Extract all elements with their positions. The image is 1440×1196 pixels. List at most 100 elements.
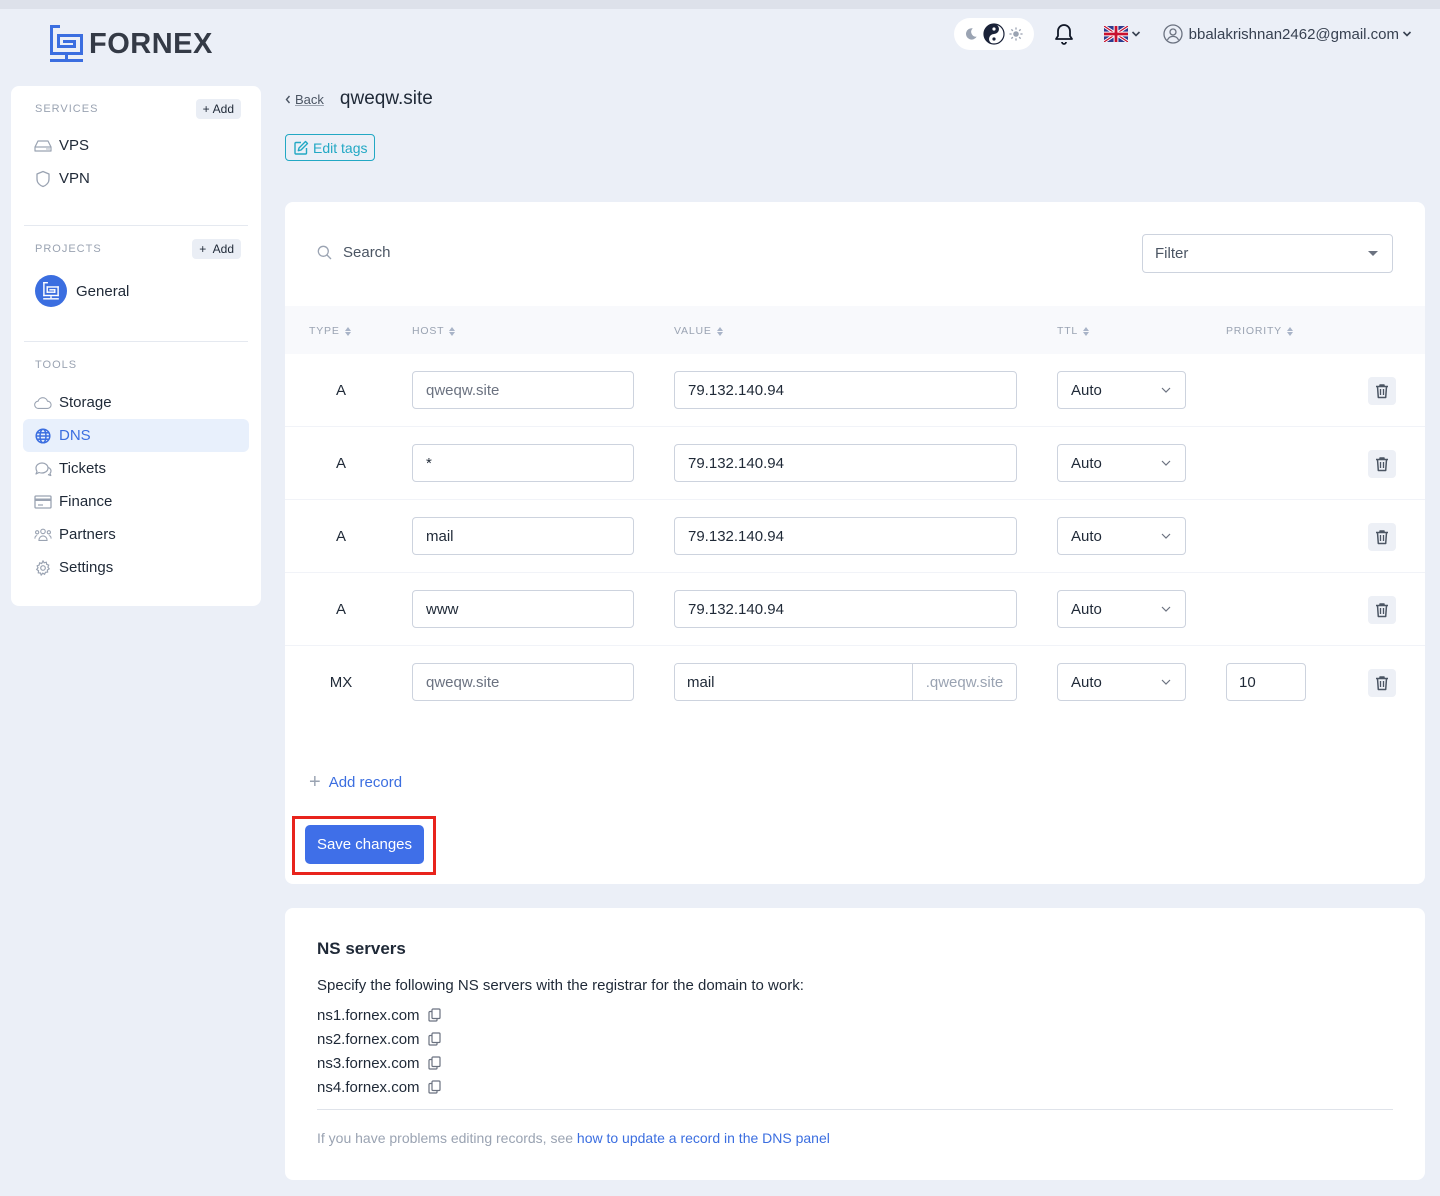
save-changes-button[interactable]: Save changes — [305, 825, 424, 864]
delete-record-button[interactable] — [1368, 450, 1396, 478]
back-link[interactable]: Back — [285, 92, 324, 107]
value-input[interactable] — [674, 517, 1017, 555]
priority-input[interactable] — [1226, 663, 1306, 701]
sidebar-item-label: Settings — [59, 559, 114, 576]
edit-tags-button[interactable]: Edit tags — [285, 134, 376, 161]
sidebar-item-label: Tickets — [59, 460, 106, 477]
delete-record-button[interactable] — [1368, 669, 1396, 697]
ns-servers-description: Specify the following NS servers with th… — [317, 977, 804, 994]
user-menu[interactable]: bbalakrishnan2462@gmail.com — [1162, 24, 1412, 44]
tools-label: TOOLS — [35, 359, 78, 371]
sort-icon — [344, 326, 351, 336]
add-record-button[interactable]: + Add record — [309, 772, 402, 792]
sun-icon[interactable] — [1009, 27, 1023, 41]
sidebar-item-label: Partners — [59, 526, 116, 543]
value-input[interactable] — [675, 664, 912, 700]
copy-icon[interactable] — [427, 1056, 441, 1070]
caret-down-icon — [1368, 251, 1378, 256]
column-header-type[interactable]: TYPE — [309, 325, 351, 337]
notifications-button[interactable] — [1054, 23, 1074, 45]
table-row: A Auto — [285, 354, 1425, 427]
filter-select[interactable]: Filter — [1142, 234, 1393, 273]
moon-icon[interactable] — [964, 27, 978, 41]
sidebar-item-settings[interactable]: Settings — [23, 551, 249, 584]
sidebar-item-dns[interactable]: DNS — [23, 419, 249, 452]
value-input[interactable] — [674, 590, 1017, 628]
column-header-host[interactable]: HOST — [412, 325, 456, 337]
ttl-select[interactable]: Auto — [1057, 517, 1186, 555]
host-input[interactable] — [412, 590, 634, 628]
sidebar-item-storage[interactable]: Storage — [23, 386, 249, 419]
plus-icon: + — [309, 771, 321, 793]
add-service-button[interactable]: + Add — [195, 99, 241, 119]
browser-top-strip — [0, 0, 1440, 9]
sidebar-item-tickets[interactable]: Tickets — [23, 452, 249, 485]
delete-record-button[interactable] — [1368, 377, 1396, 405]
chevron-down-icon — [1131, 31, 1140, 37]
sidebar-item-vps[interactable]: VPS — [23, 129, 249, 162]
plus-icon: + — [202, 102, 210, 116]
brand-name: FORNEX — [89, 27, 213, 60]
ttl-select[interactable]: Auto — [1057, 444, 1186, 482]
projects-section-header: PROJECTS + Add — [11, 239, 261, 259]
add-project-button[interactable]: + Add — [192, 239, 241, 259]
sidebar: SERVICES + Add VPS VPN PROJECTS + Add Gen… — [11, 86, 261, 606]
ns-help-text: If you have problems editing records, se… — [317, 1130, 830, 1146]
ns-server-item: ns1.fornex.com — [317, 1003, 441, 1027]
host-input[interactable] — [412, 444, 634, 482]
column-header-value[interactable]: VALUE — [674, 325, 723, 337]
credit-card-icon — [34, 493, 52, 511]
sidebar-item-partners[interactable]: Partners — [23, 518, 249, 551]
value-input-group: .qweqw.site — [674, 663, 1017, 701]
trash-icon — [1376, 676, 1388, 691]
column-header-ttl[interactable]: TTL — [1057, 325, 1090, 337]
delete-record-button[interactable] — [1368, 596, 1396, 624]
sort-icon — [716, 326, 723, 336]
header-actions: bbalakrishnan2462@gmail.com — [953, 18, 1412, 50]
language-selector[interactable] — [1103, 26, 1141, 42]
chevron-down-icon — [1161, 460, 1171, 466]
gear-icon — [34, 559, 52, 577]
ttl-select[interactable]: Auto — [1057, 371, 1186, 409]
search-box[interactable] — [317, 244, 643, 261]
table-row: A Auto — [285, 573, 1425, 646]
trash-icon — [1376, 603, 1388, 618]
project-label: General — [76, 282, 130, 300]
sidebar-divider — [24, 341, 248, 342]
host-input[interactable] — [412, 663, 634, 701]
cloud-icon — [34, 394, 52, 412]
project-general[interactable]: General — [11, 273, 261, 309]
record-type: A — [335, 382, 346, 399]
chevron-down-icon — [1402, 30, 1412, 38]
table-row: MX .qweqw.site Auto — [285, 646, 1425, 719]
ttl-select[interactable]: Auto — [1057, 663, 1186, 701]
ns-server-item: ns3.fornex.com — [317, 1051, 441, 1075]
trash-icon — [1376, 384, 1388, 399]
ns-servers-title: NS servers — [317, 939, 406, 958]
yin-yang-icon[interactable] — [983, 23, 1005, 45]
sidebar-item-label: DNS — [59, 427, 91, 444]
table-row: A Auto — [285, 500, 1425, 573]
host-input[interactable] — [412, 517, 634, 555]
sidebar-item-finance[interactable]: Finance — [23, 485, 249, 518]
chevron-down-icon — [1161, 533, 1171, 539]
edit-icon — [294, 140, 309, 155]
copy-icon[interactable] — [427, 1080, 441, 1094]
value-input[interactable] — [674, 371, 1017, 409]
host-input[interactable] — [412, 371, 634, 409]
search-input[interactable] — [343, 244, 643, 261]
services-section-header: SERVICES + Add — [11, 99, 261, 119]
bell-icon — [1054, 24, 1073, 45]
delete-record-button[interactable] — [1368, 523, 1396, 551]
dns-help-link[interactable]: how to update a record in the DNS panel — [577, 1130, 830, 1146]
theme-switch[interactable] — [953, 18, 1034, 50]
value-input[interactable] — [674, 444, 1017, 482]
copy-icon[interactable] — [427, 1008, 441, 1022]
ttl-select[interactable]: Auto — [1057, 590, 1186, 628]
copy-icon[interactable] — [427, 1032, 441, 1046]
fornex-logo-icon — [50, 25, 83, 62]
fornex-logo[interactable]: FORNEX — [50, 25, 213, 63]
column-header-priority[interactable]: PRIORITY — [1226, 325, 1293, 337]
uk-flag-icon — [1103, 26, 1128, 42]
sidebar-item-vpn[interactable]: VPN — [23, 162, 249, 195]
